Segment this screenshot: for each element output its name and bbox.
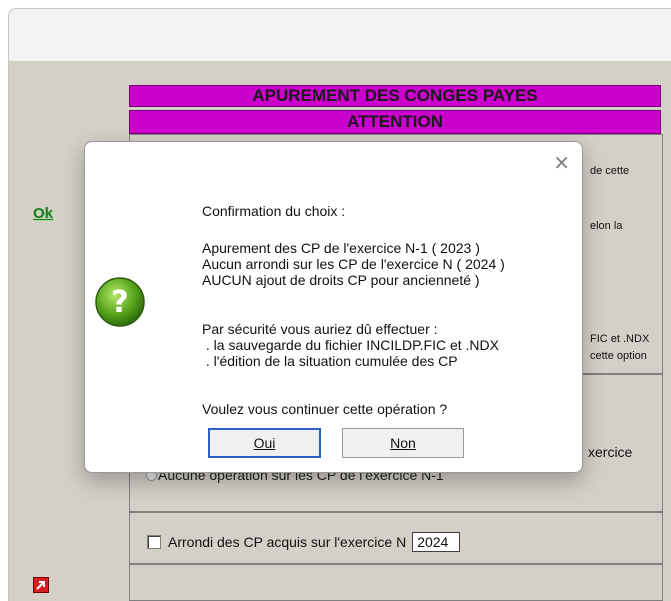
non-button[interactable]: Non: [342, 428, 464, 458]
dialog-securite-line: Par sécurité vous auriez dû effectuer :: [202, 321, 438, 337]
footer-panel: [129, 564, 663, 601]
exit-arrow-icon[interactable]: [33, 577, 49, 593]
option-text-fragment: xercice: [588, 444, 633, 460]
info-text-fragment: de cette: [590, 165, 630, 177]
info-text-fragment: FIC et .NDX: [590, 333, 650, 345]
confirmation-dialog: × ? Confirmation du choix : Apurement de…: [84, 141, 583, 473]
attention-banner: ATTENTION: [129, 110, 661, 134]
rounding-checkbox[interactable]: [147, 535, 161, 549]
dialog-sauvegarde-line: . la sauvegarde du fichier INCILDP.FIC e…: [202, 337, 499, 353]
dialog-ajout-line: AUCUN ajout de droits CP pour ancienneté…: [202, 272, 480, 288]
ok-link[interactable]: Ok: [33, 205, 53, 222]
dialog-edition-line: . l'édition de la situation cumulée des …: [202, 353, 458, 369]
dialog-question-line: Voulez vous continuer cette opération ?: [202, 401, 448, 417]
rounding-checkbox-label: Arrondi des CP acquis sur l'exercice N: [168, 534, 407, 550]
oui-button-label: Oui: [253, 435, 276, 451]
dialog-apurement-line: Apurement des CP de l'exercice N-1 ( 202…: [202, 240, 480, 256]
page-title-banner: APUREMENT DES CONGES PAYES: [129, 85, 661, 107]
dialog-arrondi-line: Aucun arrondi sur les CP de l'exercice N…: [202, 256, 505, 272]
close-icon[interactable]: ×: [553, 152, 570, 172]
year-input[interactable]: 2024: [412, 532, 461, 552]
non-button-label: Non: [390, 435, 416, 451]
window-titlebar: [8, 8, 671, 62]
rounding-row: Arrondi des CP acquis sur l'exercice N 2…: [147, 532, 461, 552]
info-text-fragment: cette option: [590, 350, 647, 362]
info-text-fragment: elon la: [590, 220, 623, 232]
question-icon: ?: [94, 276, 146, 328]
svg-text:?: ?: [111, 285, 128, 320]
oui-button[interactable]: Oui: [208, 428, 321, 458]
dialog-confirm-line: Confirmation du choix :: [202, 203, 346, 219]
